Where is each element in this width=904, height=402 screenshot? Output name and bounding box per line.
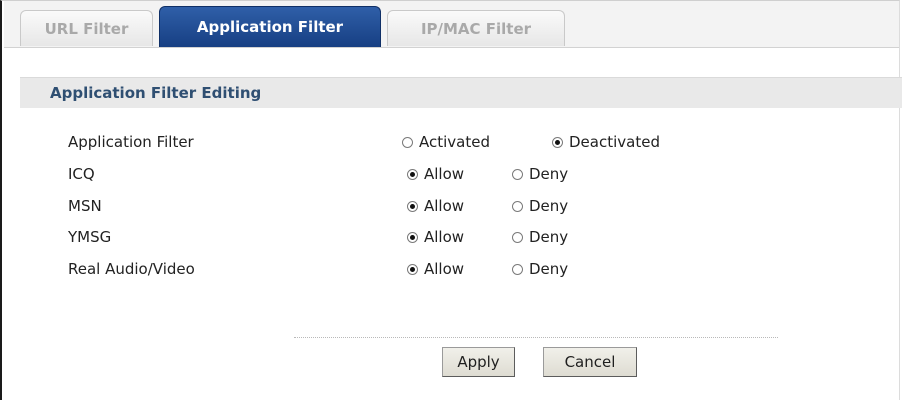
row-icq: ICQ Allow Deny (2, 160, 902, 188)
radio-icon[interactable] (407, 200, 418, 212)
radio-icon[interactable] (512, 200, 523, 212)
tab-ip-mac-filter[interactable]: IP/MAC Filter (387, 10, 565, 46)
row-label: ICQ (68, 165, 95, 183)
option-label: Allow (424, 228, 465, 246)
option-label: Deny (529, 197, 569, 215)
row-application-filter: Application Filter Activated Deactivated (2, 128, 902, 156)
radio-deactivated[interactable]: Deactivated (552, 133, 660, 151)
radio-icq-deny[interactable]: Deny (512, 165, 568, 183)
option-label: Deny (529, 228, 569, 246)
option-label: Deny (529, 165, 569, 183)
row-ymsg: YMSG Allow Deny (2, 223, 902, 251)
row-msn: MSN Allow Deny (2, 192, 902, 220)
row-real-audio-video: Real Audio/Video Allow Deny (2, 255, 902, 283)
option-label: Activated (419, 133, 490, 151)
row-label: YMSG (68, 228, 112, 246)
row-label: Application Filter (68, 133, 194, 151)
filter-panel: URL Filter Application Filter IP/MAC Fil… (0, 0, 902, 400)
radio-ymsg-allow[interactable]: Allow (407, 228, 464, 246)
radio-rav-deny[interactable]: Deny (512, 260, 568, 278)
section-title: Application Filter Editing (50, 84, 262, 102)
option-label: Allow (424, 165, 465, 183)
option-label: Deactivated (569, 133, 660, 151)
option-label: Deny (529, 260, 569, 278)
radio-icon[interactable] (402, 136, 413, 148)
radio-icon[interactable] (407, 168, 418, 180)
tab-bar: URL Filter Application Filter IP/MAC Fil… (4, 1, 899, 48)
apply-button[interactable]: Apply (442, 347, 515, 377)
cancel-button[interactable]: Cancel (543, 347, 637, 377)
radio-icon[interactable] (512, 231, 523, 243)
radio-icon[interactable] (552, 136, 563, 148)
tab-application-filter[interactable]: Application Filter (159, 6, 381, 47)
option-label: Allow (424, 260, 465, 278)
radio-icq-allow[interactable]: Allow (407, 165, 464, 183)
radio-icon[interactable] (407, 263, 418, 275)
radio-rav-allow[interactable]: Allow (407, 260, 464, 278)
radio-msn-deny[interactable]: Deny (512, 197, 568, 215)
row-label: MSN (68, 197, 102, 215)
radio-icon[interactable] (512, 263, 523, 275)
row-label: Real Audio/Video (68, 260, 195, 278)
radio-icon[interactable] (407, 231, 418, 243)
divider (294, 337, 778, 338)
radio-icon[interactable] (512, 168, 523, 180)
option-label: Allow (424, 197, 465, 215)
radio-ymsg-deny[interactable]: Deny (512, 228, 568, 246)
section-header: Application Filter Editing (20, 77, 902, 108)
radio-msn-allow[interactable]: Allow (407, 197, 464, 215)
radio-activated[interactable]: Activated (402, 133, 490, 151)
tab-url-filter[interactable]: URL Filter (20, 10, 153, 46)
